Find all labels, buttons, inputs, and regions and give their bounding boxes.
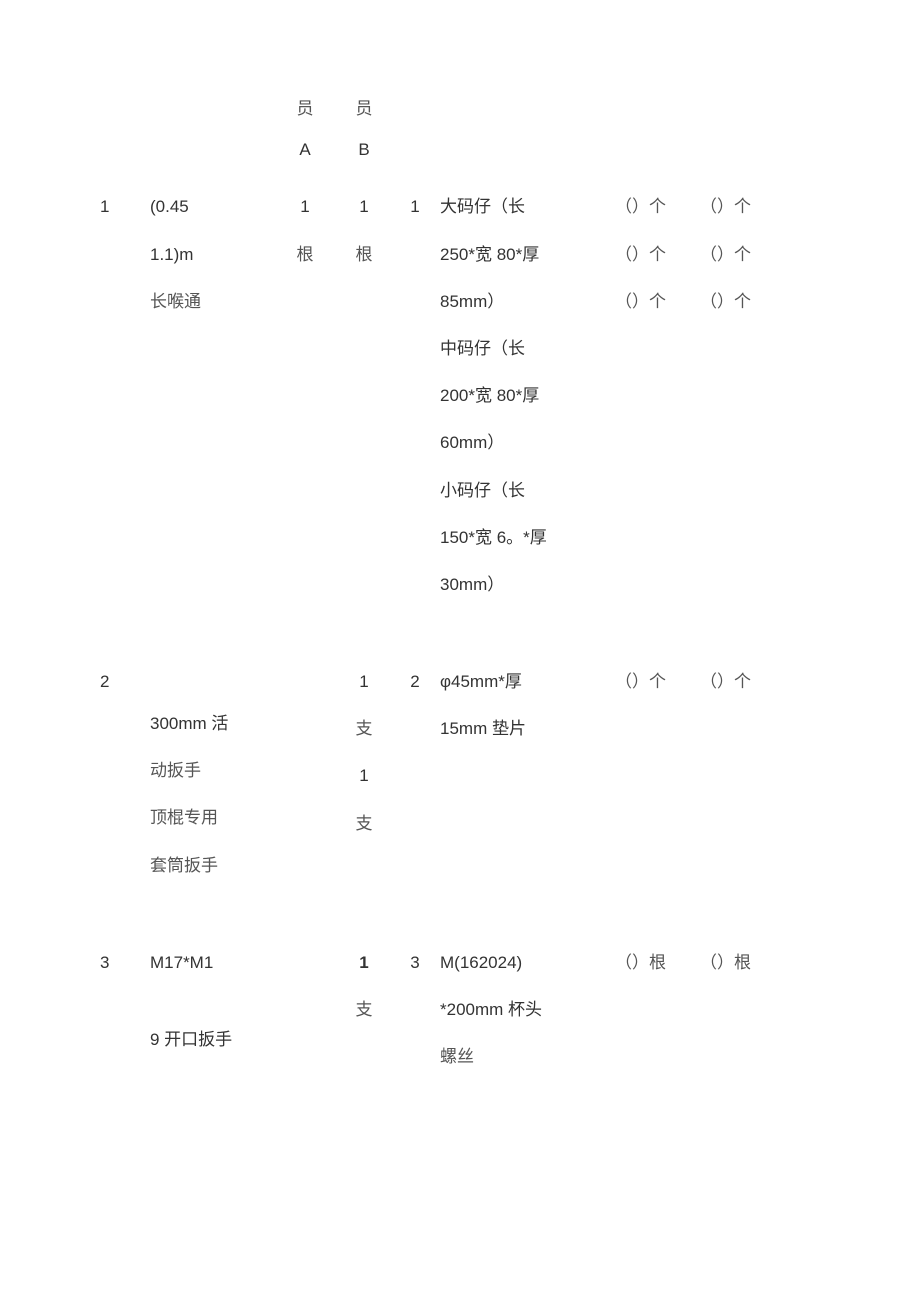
qty-col-2: （）根 <box>700 949 760 1091</box>
item-name: M17*M1 9 开口扳手 <box>150 949 280 1091</box>
qty-col-2: （）个 （）个 （）个 <box>700 193 760 618</box>
desc-text: 15mm 垫片 <box>440 715 607 742</box>
header-a-code: A <box>280 136 330 163</box>
row-number: 1 <box>100 193 150 618</box>
name-text: 1.1)m <box>150 241 272 268</box>
name-text <box>150 996 272 1006</box>
desc-text: 螺丝 <box>440 1043 607 1070</box>
desc-text: 200*宽 80*厚 <box>440 382 607 409</box>
description: φ45mm*厚 15mm 垫片 <box>440 668 615 899</box>
row-number: 3 <box>100 949 150 1091</box>
qty-text: （）个 <box>615 288 692 315</box>
qty-text: （）个 <box>700 193 752 220</box>
name-text: (0.45 <box>150 193 272 220</box>
desc-text: *200mm 杯头 <box>440 996 607 1023</box>
table-row: 2 300mm 活 动扳手 顶棍专用 套筒扳手 1 支 1 支 2 φ45mm*… <box>100 668 850 899</box>
table-row: 3 M17*M1 9 开口扳手 1 支 3 M(162024) *200mm 杯… <box>100 949 850 1091</box>
name-text: 9 开口扳手 <box>150 1026 272 1053</box>
qty-text: （）根 <box>700 949 752 976</box>
unit-text: 根 <box>280 241 330 268</box>
col-b-value: 1 根 <box>338 193 398 618</box>
index-value: 2 <box>398 668 440 899</box>
qty-col-1: （）根 <box>615 949 700 1091</box>
header-b-label: 员 <box>338 95 390 122</box>
qty-col-1: （）个 （）个 （）个 <box>615 193 700 618</box>
desc-text: 150*宽 6。*厚 <box>440 524 607 551</box>
col-b-value: 1 支 <box>338 949 398 1091</box>
name-text: 长喉通 <box>150 288 272 315</box>
name-text: 动扳手 <box>150 757 272 784</box>
qty-text: 1 <box>338 668 390 695</box>
col-a-value <box>280 949 338 1091</box>
index-value: 1 <box>398 193 440 618</box>
qty-text: （）个 <box>700 241 752 268</box>
header-col-a: 员 A <box>280 95 338 163</box>
item-name: (0.45 1.1)m 长喉通 <box>150 193 280 618</box>
desc-text: 大码仔（长 <box>440 193 607 220</box>
col-a-value <box>280 668 338 899</box>
desc-text: 250*宽 80*厚 <box>440 241 607 268</box>
unit-text: 支 <box>338 996 390 1023</box>
name-text: 顶棍专用 <box>150 804 272 831</box>
item-name: 300mm 活 动扳手 顶棍专用 套筒扳手 <box>150 668 280 899</box>
unit-text: 根 <box>338 241 390 268</box>
col-b-value: 1 支 1 支 <box>338 668 398 899</box>
qty-text: 1 <box>338 949 390 976</box>
header-a-label: 员 <box>280 95 330 122</box>
header-col-b: 员 B <box>338 95 398 163</box>
description: 大码仔（长 250*宽 80*厚 85mm） 中码仔（长 200*宽 80*厚 … <box>440 193 615 618</box>
qty-text: 1 <box>280 193 330 220</box>
qty-text: （）根 <box>615 949 692 976</box>
qty-text: （）个 <box>615 193 692 220</box>
name-text: 300mm 活 <box>150 710 272 737</box>
name-text <box>150 668 272 690</box>
qty-col-1: （）个 <box>615 668 700 899</box>
table-header-row: 员 A 员 B <box>100 95 850 163</box>
description: M(162024) *200mm 杯头 螺丝 <box>440 949 615 1091</box>
col-a-value: 1 根 <box>280 193 338 618</box>
unit-text: 支 <box>338 715 390 742</box>
desc-text: 小码仔（长 <box>440 477 607 504</box>
qty-text: 1 <box>338 762 390 789</box>
qty-text: （）个 <box>700 288 752 315</box>
name-text: 套筒扳手 <box>150 852 272 879</box>
unit-text: 支 <box>338 810 390 837</box>
desc-text: M(162024) <box>440 949 607 976</box>
desc-text: 85mm） <box>440 288 607 315</box>
index-value: 3 <box>398 949 440 1091</box>
qty-text: （）个 <box>700 668 752 695</box>
desc-text: 30mm） <box>440 571 607 598</box>
table-row: 1 (0.45 1.1)m 长喉通 1 根 1 根 1 大码仔（长 250*宽 … <box>100 193 850 618</box>
desc-text: 60mm） <box>440 429 607 456</box>
qty-text: （）个 <box>615 668 692 695</box>
desc-text: φ45mm*厚 <box>440 668 607 695</box>
name-text: M17*M1 <box>150 949 272 976</box>
qty-text: 1 <box>338 193 390 220</box>
qty-text: （）个 <box>615 241 692 268</box>
row-number: 2 <box>100 668 150 899</box>
header-b-code: B <box>338 136 390 163</box>
desc-text: 中码仔（长 <box>440 335 607 362</box>
qty-col-2: （）个 <box>700 668 760 899</box>
